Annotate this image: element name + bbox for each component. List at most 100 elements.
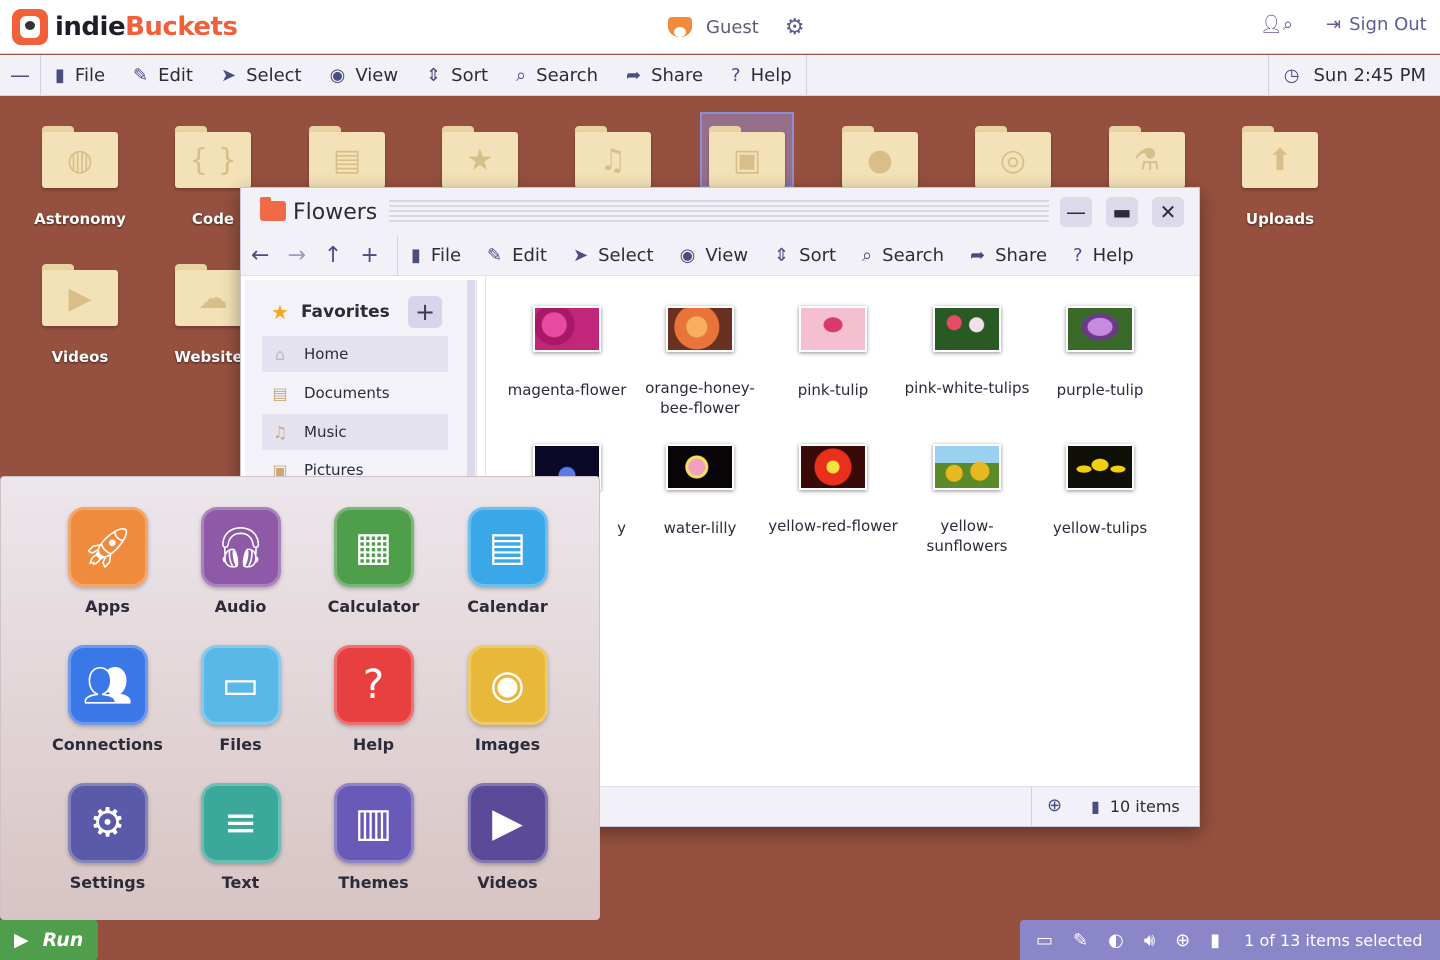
sidebar-item-documents[interactable]: ▤ Documents <box>262 375 448 411</box>
app-text[interactable]: ≡ Text <box>174 783 307 892</box>
search-icon: ⌕ <box>516 64 527 86</box>
run-label: Run <box>42 929 84 951</box>
star-icon: ★ <box>442 132 518 188</box>
sort-icon: ⇕ <box>426 64 442 86</box>
desktop-folder-astronomy[interactable]: ◍ Astronomy <box>20 126 140 228</box>
sidebar-item-music[interactable]: ♫ Music <box>262 414 448 450</box>
gear-icon[interactable]: ⚙ <box>785 15 805 40</box>
window-titlebar[interactable]: Flowers — ▬ ✕ <box>241 188 1199 236</box>
file-item[interactable]: orange-honey-bee-flower <box>635 306 765 418</box>
menu-edit[interactable]: ✎ Edit <box>119 55 207 95</box>
menu-file[interactable]: ▮ File <box>41 55 119 95</box>
win-menu-search[interactable]: ⌕ Search <box>849 236 957 276</box>
app-videos[interactable]: ▶ Videos <box>441 783 574 892</box>
app-label: Calendar <box>467 597 548 616</box>
win-menu-select[interactable]: ➤ Select <box>560 236 667 276</box>
drag-handle[interactable] <box>389 200 1049 222</box>
sign-out-icon: ⇥ <box>1326 14 1342 35</box>
new-plus-icon[interactable]: + <box>360 243 378 268</box>
minimize-menu-icon[interactable]: — <box>0 63 40 87</box>
win-menu-file[interactable]: ▮ File <box>398 236 474 276</box>
maximize-button[interactable]: ▬ <box>1106 197 1138 227</box>
document-icon: ▤ <box>309 132 385 188</box>
clock[interactable]: ◷ Sun 2:45 PM <box>1267 55 1426 95</box>
sidebar-item-pictures[interactable]: ▣ Pictures <box>262 452 448 477</box>
app-files[interactable]: ▭ Files <box>174 645 307 754</box>
desktop-folder-uploads[interactable]: ⬆ Uploads <box>1220 126 1340 228</box>
file-item[interactable]: yellow-red-flower <box>768 444 898 536</box>
back-arrow-icon[interactable]: ← <box>251 243 269 268</box>
app-apps[interactable]: 🚀︎ Apps <box>41 507 174 616</box>
win-menu-view[interactable]: ◉ View <box>667 236 761 276</box>
volume-icon[interactable]: 🔊︎ <box>1144 930 1155 951</box>
desktop-folder-documents[interactable]: ▤ <box>287 126 407 188</box>
menu-search[interactable]: ⌕ Search <box>502 55 612 95</box>
file-item[interactable]: pink-white-tulips <box>902 306 1032 398</box>
monitor-icon[interactable]: ▭ <box>1036 930 1053 951</box>
win-menu-help[interactable]: ? Help <box>1060 236 1147 276</box>
file-item[interactable]: yellow-tulips <box>1035 444 1165 538</box>
selection-status: 1 of 13 items selected <box>1244 930 1423 950</box>
desktop-folder-videos[interactable]: ▶ Videos <box>20 264 140 366</box>
forward-arrow-icon[interactable]: → <box>287 243 305 268</box>
favorites-heading: ★ Favorites <box>271 300 390 324</box>
win-menu-edit[interactable]: ✎ Edit <box>474 236 560 276</box>
app-images[interactable]: ◉ Images <box>441 645 574 754</box>
rocket-icon: 🚀︎ <box>67 507 148 587</box>
app-settings[interactable]: ⚙ Settings <box>41 783 174 892</box>
pencil-icon: ✎ <box>133 64 149 86</box>
app-label: Calculator <box>327 597 420 616</box>
brush-icon[interactable]: ✎ <box>1073 930 1088 951</box>
desktop-folder-favorites[interactable]: ★ <box>420 126 540 188</box>
app-calendar[interactable]: ▤ Calendar <box>441 507 574 616</box>
user-search-icon[interactable]: 👤︎⌕ <box>1260 14 1293 35</box>
file-item[interactable]: yellow-sunflowers <box>902 444 1032 556</box>
desktop-folder-music[interactable]: ♫ <box>553 126 673 188</box>
sign-out-button[interactable]: ⇥ Sign Out <box>1326 14 1427 35</box>
file-icon: ▮ <box>411 245 421 266</box>
add-favorite-button[interactable]: + <box>408 296 442 328</box>
file-name: orange-honey-bee-flower <box>645 379 755 417</box>
desktop-folder-web[interactable]: ◎ <box>953 126 1073 188</box>
desktop-folder-science[interactable]: ⚗ <box>1087 126 1207 188</box>
app-calculator[interactable]: ▦ Calculator <box>307 507 440 616</box>
menu-view[interactable]: ◉ View <box>316 55 412 95</box>
desktop-folder-pictures[interactable]: ▣ <box>687 126 807 188</box>
menu-sort[interactable]: ⇕ Sort <box>412 55 502 95</box>
file-name: pink-tulip <box>797 381 869 399</box>
sidebar-item-home[interactable]: ⌂ Home <box>262 336 448 372</box>
app-audio[interactable]: 🎧︎ Audio <box>174 507 307 616</box>
app-themes[interactable]: ▥ Themes <box>307 783 440 892</box>
eye-icon: ◉ <box>679 245 696 266</box>
file-item[interactable]: water-lilly <box>635 444 765 538</box>
close-button[interactable]: ✕ <box>1152 197 1184 227</box>
menu-help[interactable]: ? Help <box>717 55 806 95</box>
win-menu-share[interactable]: ➦ Share <box>957 236 1060 276</box>
zoom-icon[interactable]: ⊕ <box>1175 930 1190 951</box>
file-name: magenta-flower <box>507 381 627 399</box>
fox-avatar-icon <box>664 11 696 43</box>
file-item[interactable]: purple-tulip <box>1035 306 1165 400</box>
app-help[interactable]: ? Help <box>307 645 440 754</box>
minimize-button[interactable]: — <box>1060 197 1092 227</box>
zoom-icon[interactable]: ⊕ <box>1047 795 1062 816</box>
file-item[interactable]: pink-tulip <box>768 306 898 400</box>
folder-icon: ▭ <box>200 645 281 725</box>
desktop-folder-home[interactable]: ● <box>820 126 940 188</box>
system-tray: ▭ ✎ ◐ 🔊︎ ⊕ ▮ 1 of 13 items selected <box>1020 920 1440 960</box>
sidebar-scrollbar[interactable] <box>467 280 475 476</box>
run-button[interactable]: ▶ Run <box>0 920 98 960</box>
app-label: Themes <box>338 873 409 892</box>
user-menu[interactable]: Guest ⚙ <box>664 9 805 45</box>
file-item[interactable]: magenta-flower <box>502 306 632 400</box>
up-arrow-icon[interactable]: ↑ <box>324 243 342 268</box>
menu-share[interactable]: ➦ Share <box>612 55 717 95</box>
app-connections[interactable]: 👥︎ Connections <box>41 645 174 754</box>
item-count: ▮ 10 items <box>1091 797 1180 816</box>
app-logo[interactable]: indieBuckets <box>12 9 238 45</box>
top-bar: indieBuckets Guest ⚙ 👤︎⌕ ⇥ Sign Out <box>0 0 1440 54</box>
win-menu-sort[interactable]: ⇕ Sort <box>761 236 849 276</box>
eye-icon: ◉ <box>329 64 346 86</box>
contrast-icon[interactable]: ◐ <box>1108 930 1124 951</box>
menu-select[interactable]: ➤ Select <box>207 55 316 95</box>
